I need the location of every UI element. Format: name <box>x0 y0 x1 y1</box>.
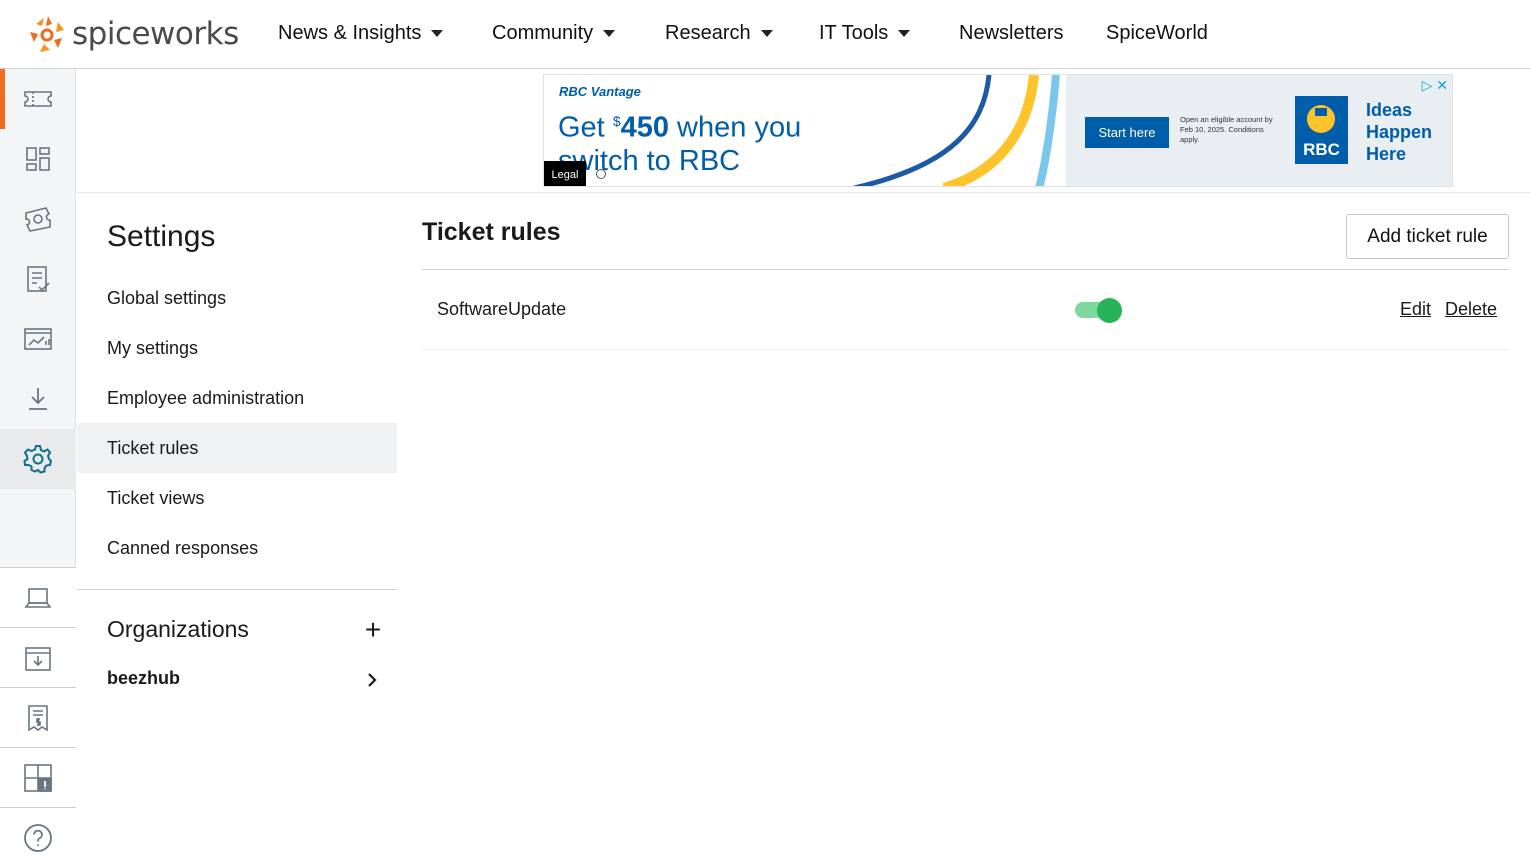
caret-down-icon <box>760 30 773 37</box>
caret-down-icon <box>431 30 444 37</box>
ad-brand: RBC Vantage <box>559 84 641 99</box>
settings-menu-ticket-views[interactable]: Ticket views <box>77 473 397 523</box>
settings-title: Settings <box>107 220 216 253</box>
ad-headline-pre: Get <box>558 111 613 144</box>
rail-downloads[interactable] <box>0 369 76 429</box>
organization-item[interactable]: beezhub <box>107 668 180 689</box>
settings-menu-canned-responses[interactable]: Canned responses <box>77 523 397 573</box>
nav-community[interactable]: Community <box>492 22 616 45</box>
nav-label: Newsletters <box>959 22 1064 44</box>
ticket-rule-name: SoftwareUpdate <box>437 299 567 319</box>
nav-newsletters[interactable]: Newsletters <box>959 22 1063 45</box>
ad-swoosh-graphic <box>853 75 1104 186</box>
rbc-advertisement[interactable]: RBC Vantage Get $450 when you switch to … <box>543 74 1453 187</box>
settings-menu-global[interactable]: Global settings <box>77 273 397 323</box>
spiceworks-logo-icon <box>30 16 64 52</box>
caret-down-icon <box>898 30 911 37</box>
add-organization-plus-icon[interactable]: + <box>362 616 384 644</box>
nav-label: Research <box>665 22 751 44</box>
ad-headline-sup: $ <box>612 113 621 129</box>
tickets-icon <box>24 91 52 107</box>
ad-close-icon[interactable]: ▷ ✕ <box>1422 77 1448 94</box>
ad-replay-icon[interactable] <box>595 168 607 180</box>
ad-legal-button[interactable]: Legal <box>544 161 586 186</box>
rbc-lion-icon <box>1307 105 1335 133</box>
ad-headline-amount: 450 <box>620 111 669 144</box>
edit-rule-link[interactable]: Edit <box>1400 299 1431 320</box>
rbc-logo: RBC <box>1295 96 1348 164</box>
spiceworks-logo[interactable]: spiceworks <box>28 12 239 56</box>
chevron-right-icon[interactable] <box>364 670 380 690</box>
ticket-rules-icon <box>25 207 51 232</box>
logo-text: spiceworks <box>72 16 239 52</box>
rail-alerts[interactable] <box>0 748 76 808</box>
rail-reports[interactable] <box>0 309 76 369</box>
settings-menu-ticket-rules[interactable]: Ticket rules <box>77 423 397 473</box>
settings-menu-my-settings[interactable]: My settings <box>77 323 397 373</box>
caret-down-icon <box>603 30 616 37</box>
rail-purchasing[interactable] <box>0 688 76 748</box>
ad-tagline: Ideas Happen Here <box>1366 100 1433 164</box>
settings-icon <box>23 445 53 474</box>
inventory-icon <box>25 647 51 671</box>
rail-ticket-rules[interactable] <box>0 189 76 249</box>
invoice-icon <box>28 705 48 732</box>
ad-cta-button[interactable]: Start here <box>1085 117 1169 148</box>
download-icon <box>29 388 47 410</box>
rail-dashboard[interactable] <box>0 129 76 189</box>
top-navigation: spiceworks News & Insights Community Res… <box>0 0 1530 69</box>
help-icon <box>24 824 52 852</box>
alerts-grid-icon <box>24 764 52 792</box>
add-ticket-rule-button[interactable]: Add ticket rule <box>1346 214 1509 259</box>
rbc-logo-text: RBC <box>1303 140 1340 159</box>
sidebar-divider <box>77 589 397 590</box>
nav-news-insights[interactable]: News & Insights <box>278 22 444 45</box>
nav-it-tools[interactable]: IT Tools <box>819 22 911 45</box>
nav-label: IT Tools <box>819 22 889 44</box>
dashboard-icon <box>26 147 50 171</box>
laptop-icon <box>24 588 52 608</box>
delete-rule-link[interactable]: Delete <box>1445 299 1497 320</box>
rail-help[interactable] <box>0 808 76 868</box>
nav-label: Community <box>492 22 594 44</box>
ticket-rule-row: SoftwareUpdate Edit Delete <box>422 270 1509 350</box>
reports-icon <box>24 328 52 350</box>
rail-checklist[interactable] <box>0 249 76 309</box>
toggle-knob <box>1097 298 1122 323</box>
icon-rail <box>0 69 76 865</box>
organizations-title: Organizations <box>107 616 249 642</box>
rail-lower-section <box>0 567 76 865</box>
ad-headline: Get $450 when you switch to RBC <box>558 105 858 178</box>
rail-tickets[interactable] <box>0 69 76 129</box>
page-title: Ticket rules <box>422 218 561 246</box>
nav-spiceworld[interactable]: SpiceWorld <box>1106 22 1208 45</box>
rail-devices[interactable] <box>0 568 76 628</box>
settings-menu-employee-admin[interactable]: Employee administration <box>77 373 397 423</box>
rail-settings[interactable] <box>0 429 76 489</box>
ad-small-print: Open an eligible account by Feb 10, 2025… <box>1180 115 1273 144</box>
rail-inventory[interactable] <box>0 628 76 688</box>
nav-research[interactable]: Research <box>665 22 773 45</box>
nav-label: SpiceWorld <box>1106 22 1208 44</box>
ticket-rule-toggle[interactable] <box>1074 298 1124 323</box>
nav-label: News & Insights <box>278 22 422 44</box>
checklist-icon <box>27 266 50 292</box>
